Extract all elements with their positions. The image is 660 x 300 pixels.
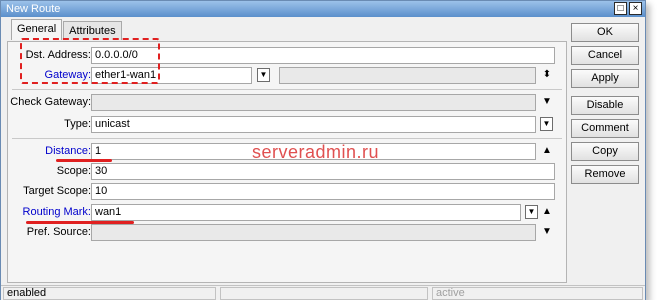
watermark: serveradmin.ru [252,142,380,162]
general-panel: Dst. Address: 0.0.0.0/0 Gateway: ether1-… [7,38,567,283]
separator [12,89,562,90]
routing-mark-row: Routing Mark: wan1 ▼ ▲ [8,204,566,222]
check-gateway-field[interactable] [91,94,536,111]
gateway-dropdown-icon[interactable]: ▼ [257,68,270,82]
window-title: New Route [6,3,61,15]
status-enabled: enabled [3,287,216,300]
distance-label[interactable]: Distance: [45,145,91,157]
ok-button[interactable]: OK [571,23,639,42]
gateway-spinner-icon[interactable]: ⬍ [541,68,553,82]
routing-mark-arrow-icon[interactable]: ▲ [541,205,553,219]
gateway-secondary-field [279,67,536,84]
routing-mark-select[interactable]: wan1 [91,204,521,221]
separator [12,138,562,139]
check-gateway-arrow-icon[interactable]: ▼ [541,95,553,109]
routing-mark-label[interactable]: Routing Mark: [23,206,91,218]
apply-button[interactable]: Apply [571,69,639,88]
comment-button[interactable]: Comment [571,119,639,138]
annotation-underline [26,221,134,224]
type-select[interactable]: unicast [91,116,536,133]
distance-arrow-icon[interactable]: ▲ [541,144,553,158]
pref-source-arrow-icon[interactable]: ▼ [541,225,553,239]
status-middle [220,287,428,300]
tab-general[interactable]: General [11,19,63,40]
check-gateway-row: Check Gateway: ▼ [8,94,566,112]
pref-source-field[interactable] [91,224,536,241]
close-button[interactable]: × [629,2,642,15]
copy-button[interactable]: Copy [571,142,639,161]
scope-row: Scope: 30 [8,163,566,181]
disable-button[interactable]: Disable [571,96,639,115]
pref-source-row: Pref. Source: ▼ [8,224,566,242]
remove-button[interactable]: Remove [571,165,639,184]
type-row: Type: unicast ▼ [8,116,566,134]
new-route-window: New Route □ × General Attributes Dst. Ad… [0,0,646,300]
status-bar: enabled active [1,285,645,300]
check-gateway-label: Check Gateway: [10,96,91,108]
scope-input[interactable]: 30 [91,163,555,180]
maximize-button[interactable]: □ [614,2,627,15]
routing-mark-dropdown-icon[interactable]: ▼ [525,205,538,219]
annotation-underline [56,159,112,162]
target-scope-label: Target Scope: [23,185,91,197]
target-scope-row: Target Scope: 10 [8,183,566,201]
status-active: active [432,287,643,300]
target-scope-input[interactable]: 10 [91,183,555,200]
title-buttons: □ × [614,2,642,15]
title-bar: New Route □ × [1,1,645,17]
pref-source-label: Pref. Source: [26,226,91,238]
scope-label: Scope: [56,165,91,177]
cancel-button[interactable]: Cancel [571,46,639,65]
type-dropdown-icon[interactable]: ▼ [540,117,553,131]
type-label: Type: [64,118,91,130]
annotation-box [20,38,160,84]
dst-address-input[interactable]: 0.0.0.0/0 [91,47,555,64]
